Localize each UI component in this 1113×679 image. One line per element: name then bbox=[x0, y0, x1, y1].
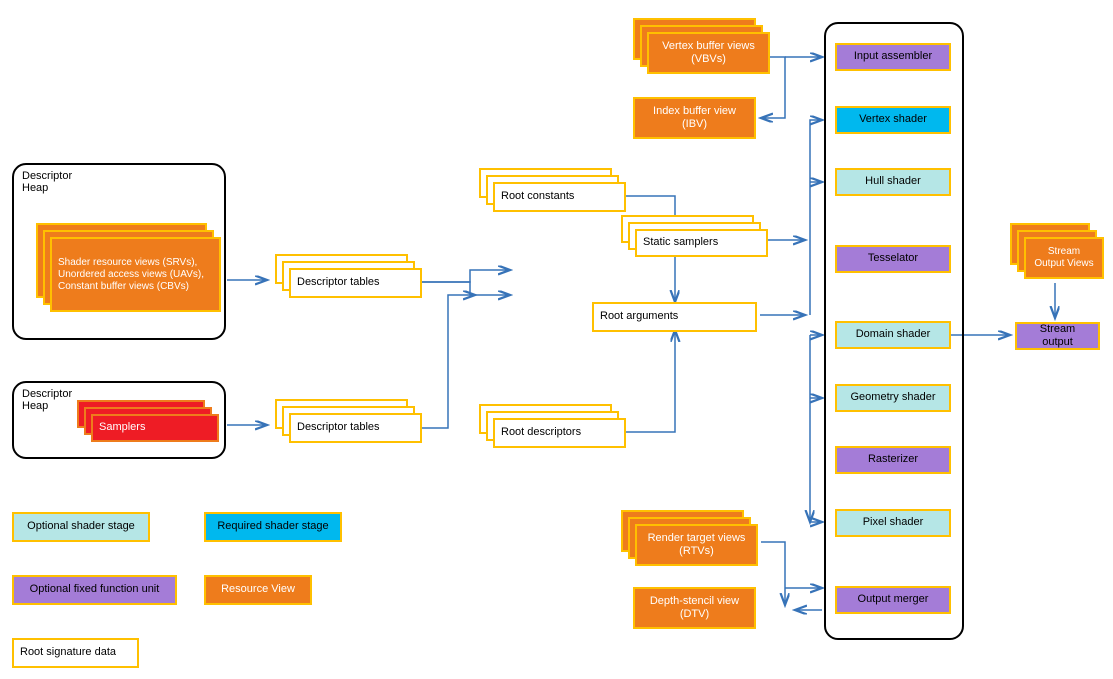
diagram-canvas: Descriptor Heap Shader resource views (S… bbox=[0, 0, 1113, 679]
rasterizer: Rasterizer bbox=[835, 446, 951, 474]
legend-resource-view: Resource View bbox=[204, 575, 312, 605]
descriptor-heap-2-title: Descriptor Heap bbox=[22, 388, 72, 412]
pixel-shader: Pixel shader bbox=[835, 509, 951, 537]
legend-req-shader: Required shader stage bbox=[204, 512, 342, 542]
tesselator: Tesselator bbox=[835, 245, 951, 273]
samplers-box: Samplers bbox=[91, 414, 219, 442]
rtv-box: Render target views (RTVs) bbox=[635, 524, 758, 566]
root-constants: Root constants bbox=[493, 182, 626, 212]
hull-shader: Hull shader bbox=[835, 168, 951, 196]
descriptor-tables-1: Descriptor tables bbox=[289, 268, 422, 298]
root-descriptors: Root descriptors bbox=[493, 418, 626, 448]
legend-opt-shader: Optional shader stage bbox=[12, 512, 150, 542]
descriptor-tables-2: Descriptor tables bbox=[289, 413, 422, 443]
root-arguments: Root arguments bbox=[592, 302, 757, 332]
srv-uav-cbv-box: Shader resource views (SRVs), Unordered … bbox=[50, 237, 221, 312]
static-samplers: Static samplers bbox=[635, 229, 768, 257]
geometry-shader: Geometry shader bbox=[835, 384, 951, 412]
vbv-box: Vertex buffer views (VBVs) bbox=[647, 32, 770, 74]
dsv-box: Depth-stencil view (DTV) bbox=[633, 587, 756, 629]
vertex-shader: Vertex shader bbox=[835, 106, 951, 134]
legend-opt-fixed: Optional fixed function unit bbox=[12, 575, 177, 605]
legend-root-sig: Root signature data bbox=[12, 638, 139, 668]
ibv-box: Index buffer view (IBV) bbox=[633, 97, 756, 139]
input-assembler: Input assembler bbox=[835, 43, 951, 71]
so-views-box: Stream Output Views bbox=[1024, 237, 1104, 279]
output-merger: Output merger bbox=[835, 586, 951, 614]
stream-output: Stream output bbox=[1015, 322, 1100, 350]
domain-shader: Domain shader bbox=[835, 321, 951, 349]
descriptor-heap-1-title: Descriptor Heap bbox=[22, 170, 72, 194]
